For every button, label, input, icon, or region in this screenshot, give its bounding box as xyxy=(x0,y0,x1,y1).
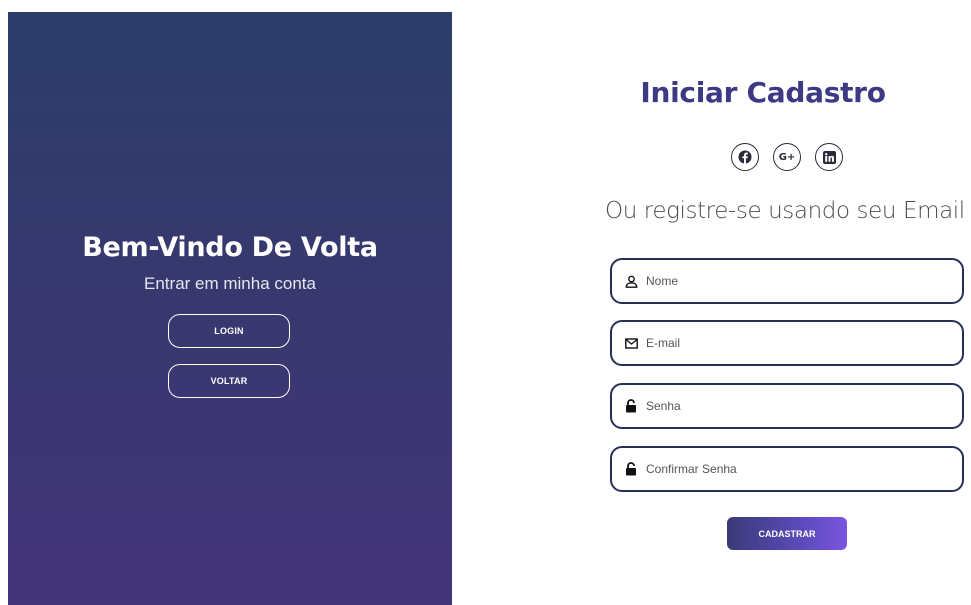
lock-icon xyxy=(624,462,638,476)
welcome-subtitle: Entrar em minha conta xyxy=(144,274,316,293)
facebook-icon xyxy=(738,150,752,164)
back-button[interactable]: VOLTAR xyxy=(168,364,290,398)
social-buttons: G+ xyxy=(731,143,843,171)
password-input[interactable] xyxy=(644,398,948,414)
signup-page: Bem-Vindo De Volta Entrar em minha conta… xyxy=(0,0,971,605)
confirm-password-field[interactable] xyxy=(610,446,964,492)
form-title: Iniciar Cadastro xyxy=(640,76,886,109)
password-field[interactable] xyxy=(610,383,964,429)
user-icon xyxy=(624,274,638,288)
name-field[interactable] xyxy=(610,258,964,304)
name-input[interactable] xyxy=(644,273,948,289)
google-plus-icon: G+ xyxy=(778,151,796,163)
linkedin-icon xyxy=(822,150,836,164)
register-button[interactable]: CADASTRAR xyxy=(727,517,847,550)
login-button[interactable]: LOGIN xyxy=(168,314,290,348)
confirm-password-input[interactable] xyxy=(644,461,948,477)
envelope-icon xyxy=(624,336,638,350)
facebook-button[interactable] xyxy=(731,143,759,171)
linkedin-button[interactable] xyxy=(815,143,843,171)
email-input[interactable] xyxy=(644,335,948,351)
google-plus-button[interactable]: G+ xyxy=(773,143,801,171)
welcome-title: Bem-Vindo De Volta xyxy=(82,232,378,263)
lock-icon xyxy=(624,399,638,413)
signup-panel: Iniciar Cadastro G+ Ou registre-se usand… xyxy=(595,0,971,605)
welcome-panel: Bem-Vindo De Volta Entrar em minha conta… xyxy=(8,12,452,605)
email-field[interactable] xyxy=(610,320,964,366)
email-register-text: Ou registre-se usando seu Email xyxy=(605,198,965,224)
